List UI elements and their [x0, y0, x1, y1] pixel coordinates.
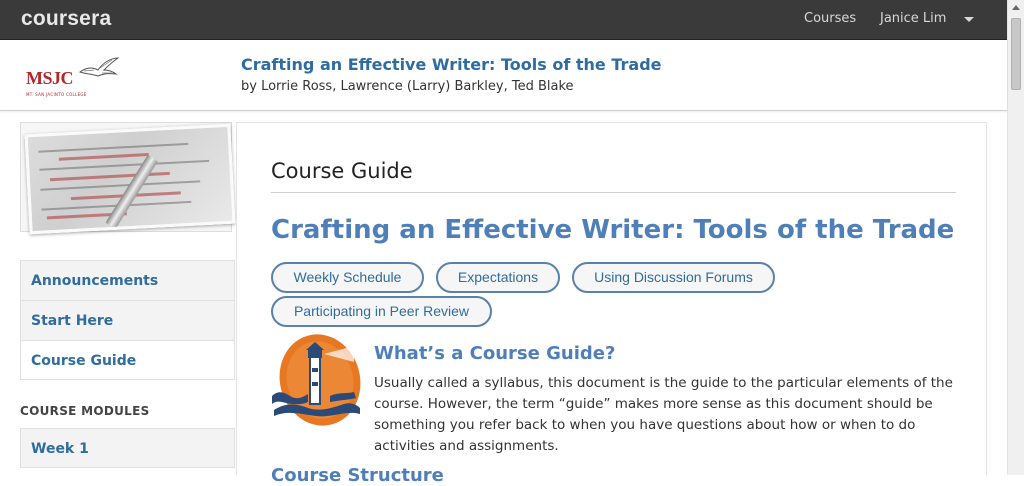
sidebar-item-start-here[interactable]: Start Here [20, 300, 235, 340]
sidebar-nav: Announcements Start Here Course Guide [20, 260, 235, 380]
participating-in-peer-review-button[interactable]: Participating in Peer Review [271, 296, 492, 327]
sidebar-item-label: Week 1 [31, 441, 89, 457]
coursera-logo[interactable]: coursera [21, 7, 111, 31]
section-paragraph: Usually called a syllabus, this document… [374, 375, 953, 454]
sidebar-item-label: Course Guide [31, 353, 137, 369]
using-discussion-forums-button[interactable]: Using Discussion Forums [572, 262, 775, 293]
expectations-button[interactable]: Expectations [436, 262, 560, 293]
courses-link[interactable]: Courses [804, 11, 856, 26]
sidebar-item-week-1[interactable]: Week 1 [20, 428, 235, 468]
scroll-thumb[interactable] [1011, 18, 1021, 90]
top-navigation-bar: coursera Courses Janice Lim [0, 0, 1007, 40]
divider [271, 192, 956, 193]
college-logo[interactable]: MSJC MT. SAN JACINTO COLLEGE [26, 56, 121, 100]
logo-subtext: MT. SAN JACINTO COLLEGE [26, 92, 87, 97]
eagle-icon [78, 57, 120, 77]
scroll-up-arrow-icon[interactable] [1012, 5, 1020, 10]
course-banner-image [20, 122, 236, 235]
course-title-link[interactable]: Crafting an Effective Writer: Tools of t… [241, 55, 662, 74]
course-header: MSJC MT. SAN JACINTO COLLEGE Crafting an… [0, 40, 1007, 111]
weekly-schedule-button[interactable]: Weekly Schedule [271, 262, 424, 293]
sidebar-item-label: Start Here [31, 313, 114, 329]
page-heading: Course Guide [271, 159, 413, 183]
main-content: Course Guide Crafting an Effective Write… [236, 122, 987, 486]
page-title: Crafting an Effective Writer: Tools of t… [271, 215, 955, 245]
sidebar-item-label: Announcements [31, 273, 159, 289]
section-heading: What’s a Course Guide? [374, 343, 616, 364]
logo-text: MSJC [26, 68, 74, 88]
chevron-down-icon[interactable] [964, 17, 974, 22]
user-menu[interactable]: Janice Lim [880, 11, 946, 26]
sidebar-item-announcements[interactable]: Announcements [20, 260, 235, 300]
course-structure-heading: Course Structure [271, 465, 444, 486]
sidebar-item-course-guide[interactable]: Course Guide [20, 340, 235, 380]
lighthouse-icon [272, 334, 361, 426]
writing-photo [24, 123, 236, 235]
page-scrollbar[interactable] [1007, 0, 1024, 475]
course-modules-heading: COURSE MODULES [20, 404, 150, 418]
course-authors: by Lorrie Ross, Lawrence (Larry) Barkley… [241, 79, 574, 94]
